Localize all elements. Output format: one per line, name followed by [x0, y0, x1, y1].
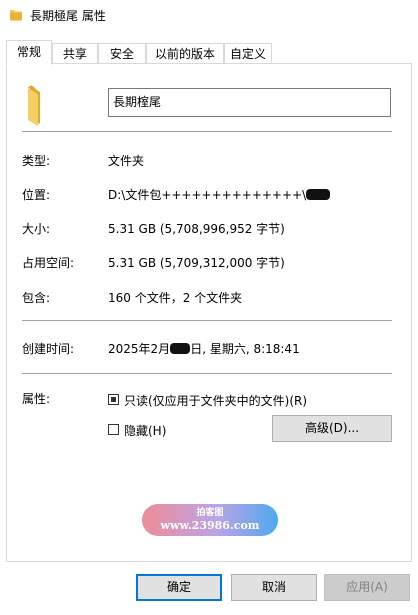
tab-strip: 常规 共享 安全 以前的版本 自定义 [6, 40, 412, 65]
attributes-label: 属性: [22, 392, 51, 406]
readonly-label[interactable]: 只读(仅应用于文件夹中的文件)(R) [124, 392, 307, 409]
divider [22, 373, 392, 374]
apply-button[interactable]: 应用(A) [324, 574, 410, 601]
general-panel [6, 63, 412, 562]
size-label: 大小: [22, 222, 51, 236]
advanced-button[interactable]: 高级(D)... [272, 415, 392, 442]
tab-customize[interactable]: 自定义 [224, 43, 272, 63]
disk-size-label: 占用空间: [22, 256, 75, 270]
title-bar: 長期極尾 属性 [0, 0, 418, 30]
type-value: 文件夹 [108, 154, 145, 168]
watermark-title: 拍客图 [196, 508, 224, 518]
folder-icon [10, 10, 22, 21]
ok-button[interactable]: 确定 [136, 574, 222, 601]
type-label: 类型: [22, 154, 51, 168]
tab-security[interactable]: 安全 [98, 43, 146, 63]
folder-name-input[interactable]: 長期榁尾 [108, 88, 391, 117]
disk-size-value: 5.31 GB (5,709,312,000 字节) [108, 256, 285, 270]
watermark-url: www.23986.com [160, 519, 260, 532]
cancel-button[interactable]: 取消 [231, 574, 317, 601]
hidden-label[interactable]: 隐藏(H) [124, 422, 166, 439]
contains-value: 160 个文件，2 个文件夹 [108, 291, 243, 305]
window-title: 長期極尾 属性 [30, 9, 106, 23]
divider [22, 131, 392, 132]
created-date-suffix: 日, 星期六, 8:18:41 [190, 342, 300, 356]
contains-label: 包含: [22, 291, 51, 305]
created-value: 2025年2月 日, 星期六, 8:18:41 [108, 340, 300, 357]
hidden-checkbox[interactable] [108, 424, 119, 435]
tab-sharing[interactable]: 共享 [52, 43, 98, 63]
location-text: D:\文件包++++++++++++++\ [108, 188, 307, 202]
location-value: D:\文件包++++++++++++++\ [108, 186, 331, 203]
tab-previous-versions[interactable]: 以前的版本 [146, 43, 224, 63]
size-value: 5.31 GB (5,708,996,952 字节) [108, 222, 285, 236]
location-label: 位置: [22, 188, 51, 202]
redaction-mark [306, 189, 331, 200]
redaction-mark [170, 343, 191, 354]
created-date-prefix: 2025年2月 [108, 342, 171, 356]
divider [22, 320, 392, 321]
readonly-checkbox[interactable] [108, 394, 119, 405]
tab-general[interactable]: 常规 [6, 40, 52, 65]
folder-icon [27, 85, 40, 126]
watermark-badge: 拍客图 www.23986.com [142, 504, 278, 536]
created-label: 创建时间: [22, 342, 75, 356]
